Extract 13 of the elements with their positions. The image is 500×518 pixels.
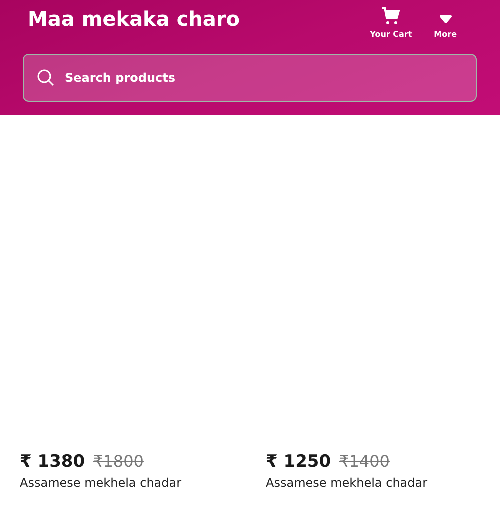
cart-icon bbox=[381, 7, 402, 25]
store-title: Maa mekaka charo bbox=[28, 7, 240, 31]
chevron-down-icon bbox=[438, 15, 453, 25]
header-action-button[interactable]: Your Cart bbox=[366, 3, 416, 39]
original-price: ₹1800 bbox=[93, 452, 144, 471]
original-price: ₹1400 bbox=[339, 452, 390, 471]
header-action-button[interactable]: More bbox=[430, 3, 461, 39]
product-name[interactable]: Assamese mekhela chadar bbox=[266, 476, 500, 490]
search-field[interactable]: Search products bbox=[23, 54, 477, 102]
search-icon bbox=[37, 69, 55, 87]
product-price: ₹ 1380 bbox=[20, 452, 86, 472]
product-name[interactable]: Assamese mekhela chadar bbox=[20, 476, 266, 490]
product-price: ₹ 1250 bbox=[266, 452, 332, 472]
